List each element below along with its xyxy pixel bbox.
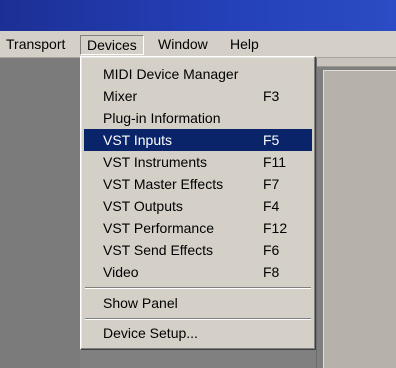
left-panel	[0, 58, 80, 368]
title-bar[interactable]	[0, 0, 396, 31]
menu-item-plugin-information[interactable]: Plug-in Information	[84, 107, 312, 129]
menu-item-vst-performance[interactable]: VST Performance F12	[84, 217, 312, 239]
menu-item-label: Plug-in Information	[103, 110, 221, 126]
menu-item-shortcut: F11	[263, 154, 287, 170]
menu-item-shortcut: F12	[263, 220, 288, 236]
menu-item-vst-outputs[interactable]: VST Outputs F4	[84, 195, 312, 217]
menu-item-label: Video	[103, 264, 139, 280]
menu-item-label: VST Outputs	[103, 198, 183, 214]
menu-item-shortcut: F5	[263, 132, 280, 148]
devices-dropdown-menu: MIDI Device Manager Mixer F3 Plug-in Inf…	[80, 56, 316, 350]
menu-item-label: Device Setup...	[103, 325, 198, 341]
menu-item-label: VST Send Effects	[103, 242, 213, 258]
menu-item-shortcut: F7	[263, 176, 280, 192]
menu-item-device-setup[interactable]: Device Setup...	[84, 322, 312, 344]
menu-item-midi-device-manager[interactable]: MIDI Device Manager	[84, 63, 312, 85]
menu-separator	[85, 287, 311, 289]
menu-item-vst-inputs[interactable]: VST Inputs F5	[84, 129, 312, 151]
menu-item-shortcut: F3	[263, 88, 280, 104]
menu-item-label: Mixer	[103, 88, 138, 104]
menu-item-label: VST Inputs	[103, 132, 173, 148]
menu-bar: Transport Devices Window Help	[0, 31, 396, 58]
menu-item-vst-master-effects[interactable]: VST Master Effects F7	[84, 173, 312, 195]
menu-item-label: VST Instruments	[103, 154, 208, 170]
menu-help[interactable]: Help	[224, 35, 265, 55]
menu-item-mixer[interactable]: Mixer F3	[84, 85, 312, 107]
menu-item-shortcut: F6	[263, 242, 280, 258]
menu-item-label: Show Panel	[103, 295, 178, 311]
application-window: Transport Devices Window Help MIDI Devic…	[0, 0, 396, 368]
menu-item-label: VST Master Effects	[103, 176, 224, 192]
menu-item-vst-send-effects[interactable]: VST Send Effects F6	[84, 239, 312, 261]
menu-item-label: VST Performance	[103, 220, 215, 236]
right-panel-header	[317, 58, 396, 67]
menu-item-shortcut: F8	[263, 264, 280, 280]
menu-window[interactable]: Window	[152, 35, 214, 55]
menu-transport[interactable]: Transport	[0, 35, 71, 55]
menu-item-show-panel[interactable]: Show Panel	[84, 292, 312, 314]
menu-item-shortcut: F4	[263, 198, 280, 214]
menu-item-vst-instruments[interactable]: VST Instruments F11	[84, 151, 312, 173]
menu-item-label: MIDI Device Manager	[103, 66, 239, 82]
menu-separator	[85, 318, 311, 320]
right-panel	[316, 58, 396, 368]
right-panel-content	[323, 70, 396, 368]
menu-item-video[interactable]: Video F8	[84, 261, 312, 283]
menu-devices[interactable]: Devices	[80, 35, 144, 55]
